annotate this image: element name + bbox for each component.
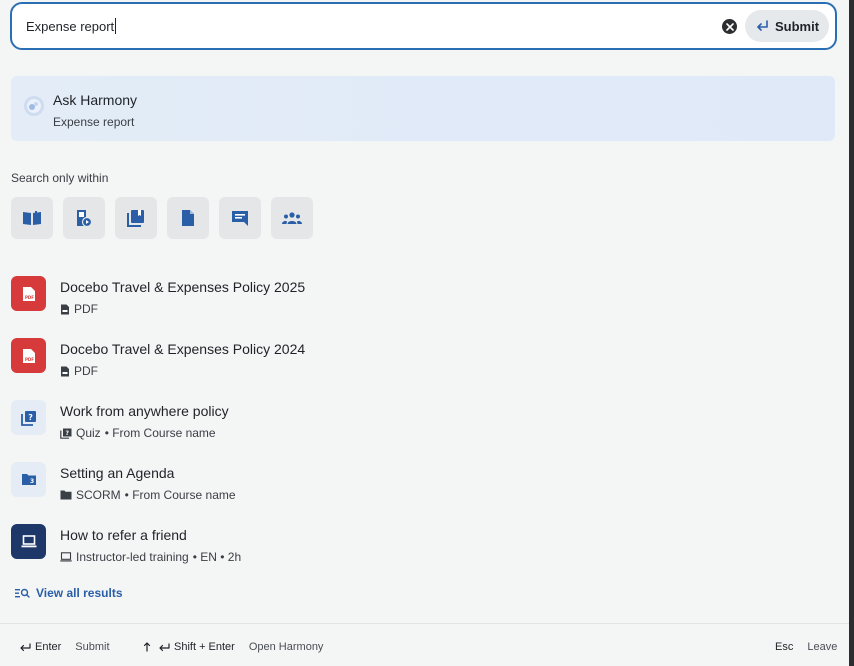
document-icon [182, 210, 194, 226]
list-item[interactable]: PDF Docebo Travel & Expenses Policy 2025… [11, 276, 835, 338]
filter-courses-button[interactable] [115, 197, 157, 239]
result-details: • EN • 2h [192, 550, 242, 564]
keyboard-hints-footer: Enter Submit Shift + Enter Open Harmony … [0, 623, 849, 666]
clear-search-icon[interactable] [722, 19, 737, 34]
svg-text:PDF: PDF [25, 357, 34, 362]
window-edge [849, 0, 854, 666]
enter-key-icon [159, 642, 170, 651]
esc-key-label: Esc [775, 641, 794, 653]
course-library-icon [127, 210, 144, 227]
filter-buttons [11, 197, 313, 239]
svg-text:3: 3 [30, 478, 34, 485]
view-all-results-link[interactable]: View all results [15, 586, 123, 600]
result-type: PDF [74, 364, 98, 378]
laptop-small-icon [60, 552, 72, 562]
ask-harmony-card[interactable]: Ask Harmony Expense report [11, 76, 835, 141]
people-group-icon [282, 212, 302, 224]
result-type: Instructor-led training [76, 550, 189, 564]
view-all-label: View all results [36, 586, 123, 600]
result-meta: PDF [60, 364, 98, 378]
scorm-small-icon [60, 490, 72, 500]
result-title: Docebo Travel & Expenses Policy 2024 [60, 341, 306, 357]
pdf-small-icon [61, 304, 69, 314]
shift-key-icon [143, 642, 151, 652]
shift-enter-key-label: Shift + Enter [174, 641, 235, 653]
pdf-icon: PDF [11, 276, 46, 311]
submit-button[interactable]: Submit [745, 10, 829, 42]
result-title: Setting an Agenda [60, 465, 175, 481]
filter-video-button[interactable] [63, 197, 105, 239]
svg-text:?: ? [28, 413, 33, 422]
result-meta: PDF [60, 302, 98, 316]
shift-enter-hint: Shift + Enter Open Harmony [143, 641, 323, 653]
ask-harmony-query: Expense report [53, 115, 135, 129]
video-file-icon [77, 210, 92, 227]
result-type: Quiz [76, 426, 101, 440]
pdf-icon: PDF [11, 338, 46, 373]
list-search-icon [15, 588, 30, 598]
filter-documents-button[interactable] [167, 197, 209, 239]
list-item[interactable]: PDF Docebo Travel & Expenses Policy 2024… [11, 338, 835, 400]
result-meta: Instructor-led training • EN • 2h [60, 550, 241, 564]
result-type: SCORM [76, 488, 121, 502]
results-list: PDF Docebo Travel & Expenses Policy 2025… [11, 276, 835, 586]
enter-key-icon [20, 642, 31, 651]
chat-icon [232, 211, 248, 226]
scorm-icon: 3 [11, 462, 46, 497]
result-source: • From Course name [124, 488, 236, 502]
text-caret [115, 18, 117, 34]
shift-enter-action-label: Open Harmony [248, 641, 324, 653]
ask-harmony-title: Ask Harmony [53, 92, 138, 108]
submit-label: Submit [774, 18, 820, 34]
list-item[interactable]: How to refer a friend Instructor-led tra… [11, 524, 835, 586]
esc-action-label: Leave [807, 641, 838, 653]
list-item[interactable]: 3 Setting an Agenda SCORM • From Course … [11, 462, 835, 524]
quiz-small-icon: ? [60, 428, 72, 439]
result-title: Work from anywhere policy [60, 403, 229, 419]
filter-people-button[interactable] [271, 197, 313, 239]
quiz-icon: ? [11, 400, 46, 435]
enter-arrow-icon [757, 20, 768, 31]
result-title: How to refer a friend [60, 527, 187, 543]
esc-hint: Esc Leave [775, 641, 837, 653]
filter-discussions-button[interactable] [219, 197, 261, 239]
enter-key-label: Enter [35, 641, 62, 653]
book-open-icon [23, 211, 41, 225]
result-source: • From Course name [104, 426, 216, 440]
list-item[interactable]: ? Work from anywhere policy ? Quiz • Fro… [11, 400, 835, 462]
result-title: Docebo Travel & Expenses Policy 2025 [60, 279, 306, 295]
search-input[interactable]: Expense report Submit [10, 2, 837, 50]
result-type: PDF [74, 302, 98, 316]
filter-label: Search only within [11, 171, 109, 185]
pdf-small-icon [61, 366, 69, 376]
laptop-icon [11, 524, 46, 559]
enter-action-label: Submit [75, 641, 110, 653]
search-query-text: Expense report [26, 18, 115, 34]
svg-text:PDF: PDF [25, 295, 34, 300]
svg-text:?: ? [66, 430, 70, 437]
filter-learning-plans-button[interactable] [11, 197, 53, 239]
enter-hint: Enter Submit [19, 641, 110, 653]
harmony-icon [24, 96, 44, 116]
result-meta: SCORM • From Course name [60, 488, 236, 502]
result-meta: ? Quiz • From Course name [60, 426, 216, 440]
